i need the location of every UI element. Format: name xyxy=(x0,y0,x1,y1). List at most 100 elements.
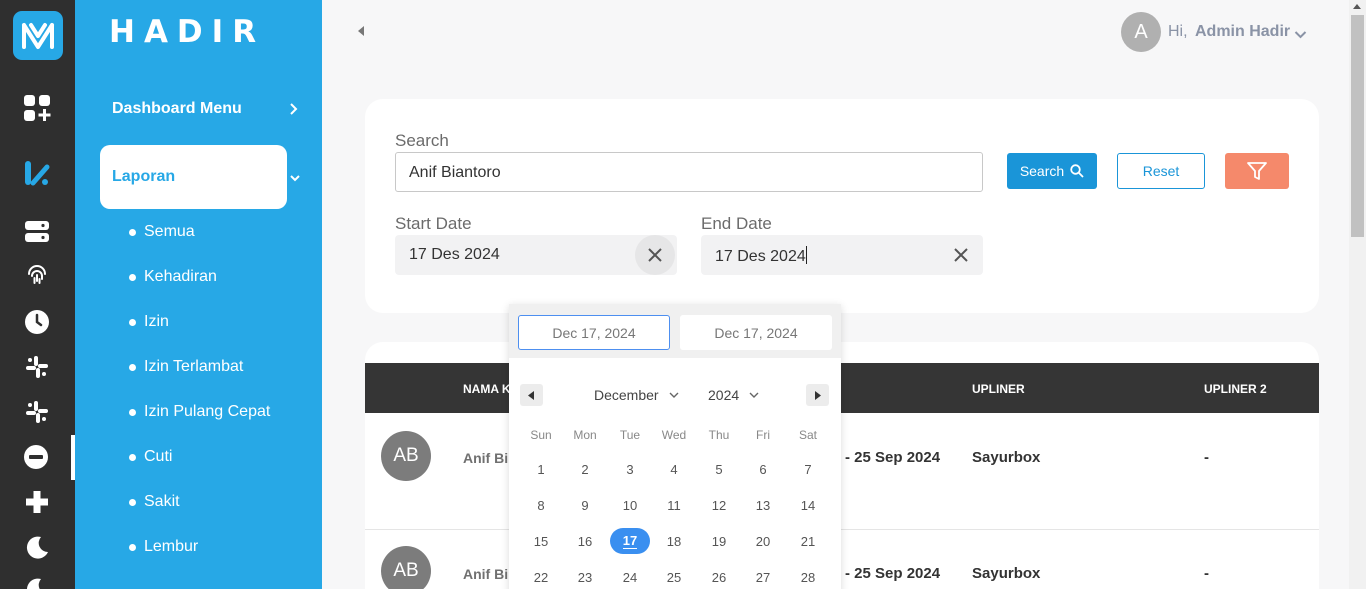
table-cell-name: Anif Bi xyxy=(463,450,509,466)
chevron-right-icon xyxy=(815,390,821,400)
column-header-upliner2[interactable]: UPLINER 2 xyxy=(1204,382,1267,396)
subitem-label: Izin Terlambat xyxy=(144,358,244,375)
minus-circle-icon[interactable] xyxy=(21,442,51,472)
calendar-day[interactable]: 24 xyxy=(610,570,650,585)
prev-month-button[interactable] xyxy=(520,384,543,406)
next-month-button[interactable] xyxy=(806,384,829,406)
brand-title: HADIR xyxy=(109,14,266,50)
sidebar-subitem-lembur[interactable]: Lembur xyxy=(129,538,198,556)
calendar-day[interactable]: 21 xyxy=(788,534,828,549)
search-icon xyxy=(1070,164,1084,178)
calendar-day[interactable]: 25 xyxy=(654,570,694,585)
reset-button[interactable]: Reset xyxy=(1117,153,1205,189)
avatar: AB xyxy=(381,546,431,589)
sidebar-item-laporan[interactable]: Laporan xyxy=(100,145,287,209)
calendar-day[interactable]: 15 xyxy=(521,534,561,549)
calendar-day[interactable]: 12 xyxy=(699,498,739,513)
app-logo-icon[interactable] xyxy=(13,11,63,60)
calendar-day[interactable]: 2 xyxy=(565,462,605,477)
sidebar-subitem-cuti[interactable]: Cuti xyxy=(129,448,172,466)
subitem-label: Sakit xyxy=(144,493,180,510)
table-cell-upliner: Sayurbox xyxy=(972,449,1041,466)
calendar-day[interactable]: 14 xyxy=(788,498,828,513)
calendar-day[interactable]: 8 xyxy=(521,498,561,513)
sidebar-subitem-izin-pulang-cepat[interactable]: Izin Pulang Cepat xyxy=(129,403,270,421)
bullet-icon xyxy=(129,273,136,281)
calendar-day-selected[interactable]: 17 xyxy=(610,528,650,554)
weekday-label: Thu xyxy=(708,428,730,442)
start-date-label: Start Date xyxy=(395,214,472,233)
chevron-down-icon[interactable] xyxy=(1294,26,1307,44)
avatar[interactable]: A xyxy=(1121,12,1161,52)
chevron-down-icon xyxy=(669,392,679,398)
clear-end-date-button[interactable] xyxy=(941,235,981,275)
fingerprint-icon[interactable] xyxy=(22,261,52,291)
clock-icon[interactable] xyxy=(22,307,52,337)
chevron-right-icon[interactable] xyxy=(289,102,299,121)
calendar-day[interactable]: 28 xyxy=(788,570,828,585)
server-icon[interactable] xyxy=(22,217,52,247)
sidebar-subitem-sakit[interactable]: Sakit xyxy=(129,493,180,511)
calendar-day[interactable]: 19 xyxy=(699,534,739,549)
end-date-label: End Date xyxy=(701,214,772,233)
slack-icon-2[interactable] xyxy=(22,397,52,427)
calendar-day[interactable]: 13 xyxy=(743,498,783,513)
column-header-upliner[interactable]: UPLINER xyxy=(972,382,1025,396)
calendar-day[interactable]: 7 xyxy=(788,462,828,477)
collapse-sidebar-icon[interactable] xyxy=(358,26,364,36)
table-cell-period: - 25 Sep 2024 xyxy=(845,449,941,466)
slack-icon[interactable] xyxy=(22,352,52,382)
search-button[interactable]: Search xyxy=(1007,153,1097,189)
calendar-day[interactable]: 26 xyxy=(699,570,739,585)
page-scrollbar[interactable] xyxy=(1349,0,1366,589)
plus-icon[interactable] xyxy=(22,487,52,517)
calendar-day[interactable]: 4 xyxy=(654,462,694,477)
close-icon xyxy=(954,248,968,262)
calendar-day[interactable]: 5 xyxy=(699,462,739,477)
close-icon xyxy=(648,248,662,262)
apps-icon[interactable] xyxy=(22,93,52,123)
weekday-label: Fri xyxy=(756,428,770,442)
calendar-day[interactable]: 20 xyxy=(743,534,783,549)
calendar-day[interactable]: 22 xyxy=(521,570,561,585)
calendar-day[interactable]: 10 xyxy=(610,498,650,513)
calendar-day[interactable]: 18 xyxy=(654,534,694,549)
calendar-day[interactable]: 3 xyxy=(610,462,650,477)
year-select[interactable]: 2024 xyxy=(708,387,759,403)
moon-icon[interactable] xyxy=(22,532,52,562)
moon-icon-2[interactable] xyxy=(22,574,52,589)
calendar-day[interactable]: 27 xyxy=(743,570,783,585)
calendar-day[interactable]: 1 xyxy=(521,462,561,477)
search-input[interactable]: Anif Biantoro xyxy=(395,152,983,192)
table-cell-upliner2: - xyxy=(1204,565,1209,582)
scroll-up-icon[interactable] xyxy=(1353,4,1361,9)
chevron-down-icon[interactable] xyxy=(289,170,301,188)
month-select[interactable]: December xyxy=(594,387,679,403)
calendar-day[interactable]: 11 xyxy=(654,498,694,513)
scroll-thumb[interactable] xyxy=(1351,15,1364,237)
calendar-day[interactable]: 16 xyxy=(565,534,605,549)
filter-button[interactable] xyxy=(1225,153,1289,189)
calendar-day[interactable]: 23 xyxy=(565,570,605,585)
calendar-day[interactable]: 6 xyxy=(743,462,783,477)
greeting: Hi, xyxy=(1168,23,1188,40)
range-end-field[interactable]: Dec 17, 2024 xyxy=(680,315,832,350)
sidebar-subitem-izin-terlambat[interactable]: Izin Terlambat xyxy=(129,358,243,376)
user-name[interactable]: Admin Hadir xyxy=(1195,23,1290,41)
sidebar-subitem-semua[interactable]: Semua xyxy=(129,223,195,241)
bullet-icon xyxy=(129,498,136,506)
selected-day-value: 17 xyxy=(622,532,638,549)
range-start-field[interactable]: Dec 17, 2024 xyxy=(518,315,670,350)
column-header-nama[interactable]: NAMA K xyxy=(463,382,511,396)
logo-b-icon[interactable] xyxy=(22,158,52,188)
icon-rail xyxy=(0,0,75,589)
month-value: December xyxy=(594,387,659,403)
sidebar-subitem-kehadiran[interactable]: Kehadiran xyxy=(129,268,217,286)
table-cell-upliner2: - xyxy=(1204,449,1209,466)
calendar-day[interactable]: 9 xyxy=(565,498,605,513)
clear-start-date-button[interactable] xyxy=(635,235,675,275)
chevron-down-icon xyxy=(749,392,759,398)
filter-card xyxy=(365,99,1319,313)
sidebar-subitem-izin[interactable]: Izin xyxy=(129,313,169,331)
sidebar-item-dashboard[interactable]: Dashboard Menu xyxy=(112,100,242,118)
